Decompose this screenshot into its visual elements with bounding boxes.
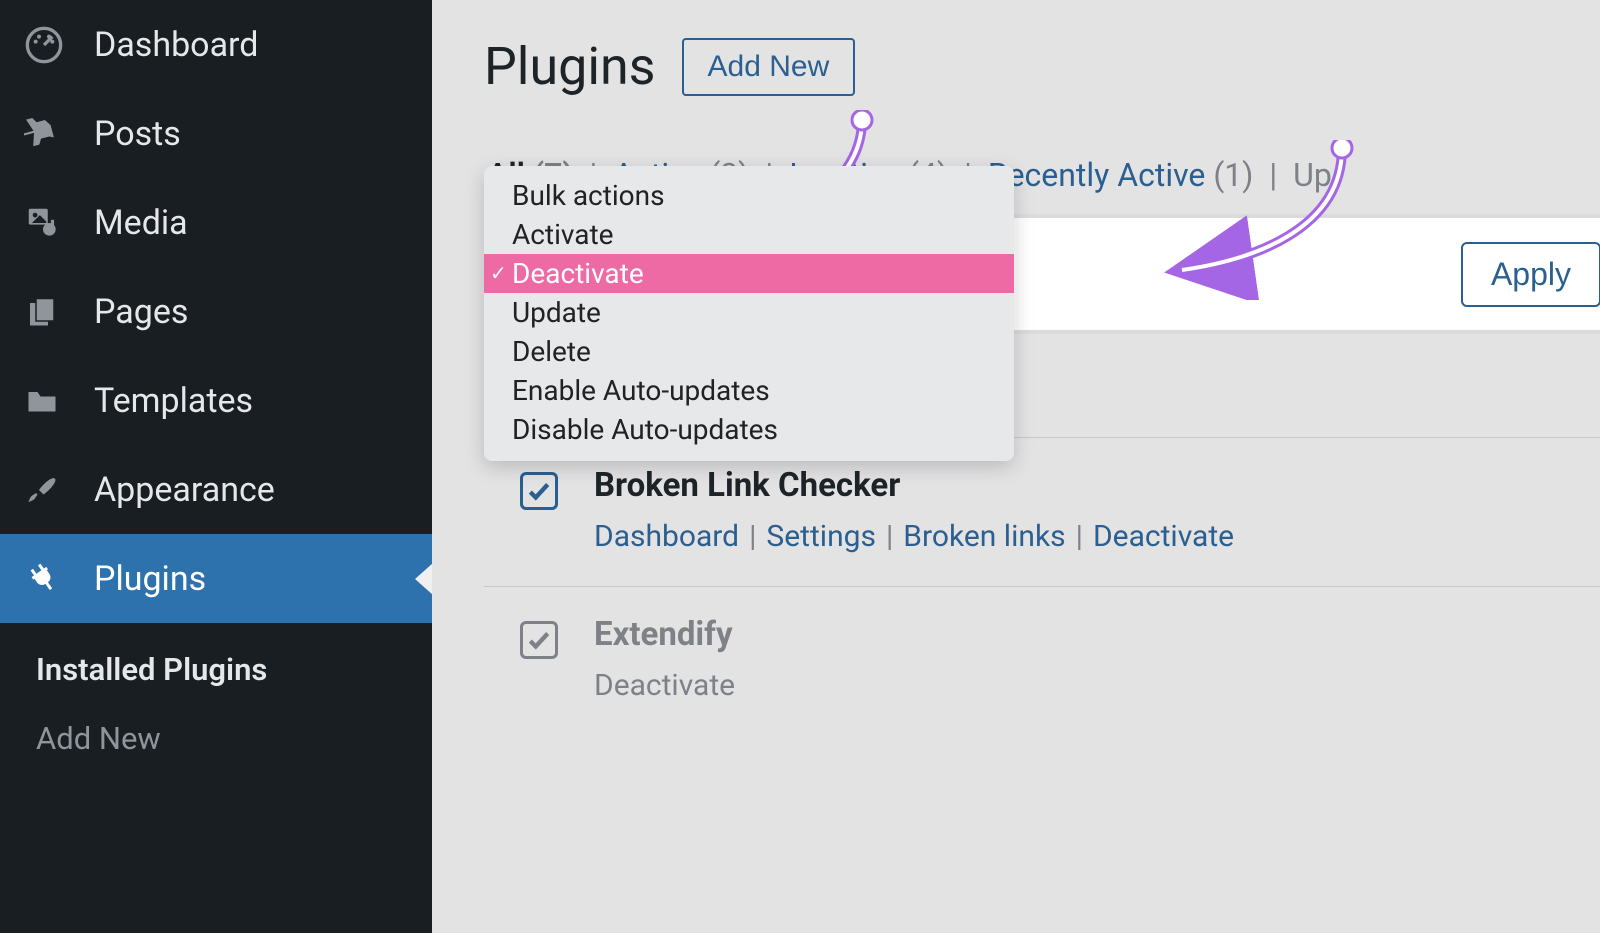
sidebar-item-dashboard[interactable]: Dashboard	[0, 0, 432, 89]
page-title-row: Plugins Add New	[484, 36, 855, 97]
page-title: Plugins	[484, 36, 656, 97]
sidebar-label: Appearance	[94, 470, 275, 510]
plug-icon	[24, 561, 94, 597]
bulk-option-enable-auto[interactable]: Enable Auto-updates	[484, 371, 1014, 410]
plugin-list: Broken Link Checker Dashboard|Settings|B…	[484, 437, 1600, 735]
brush-icon	[24, 472, 94, 508]
plugin-checkbox[interactable]	[520, 621, 558, 659]
bulk-option-activate[interactable]: Activate	[484, 215, 1014, 254]
filter-update-cut: Up	[1293, 156, 1332, 194]
sidebar-item-pages[interactable]: Pages	[0, 267, 432, 356]
dashboard-icon	[24, 25, 94, 65]
plugin-action-link[interactable]: Settings	[766, 519, 876, 554]
filter-recently-active[interactable]: Recently Active (1)	[988, 156, 1254, 194]
plugin-actions: Deactivate	[594, 668, 1600, 703]
plugin-name: Broken Link Checker	[594, 466, 1600, 505]
media-icon	[24, 204, 94, 242]
submenu-installed-plugins[interactable]: Installed Plugins	[36, 641, 432, 710]
admin-sidebar: Dashboard Posts Media Pages Templates Ap…	[0, 0, 432, 933]
bulk-option-disable-auto[interactable]: Disable Auto-updates	[484, 410, 1014, 449]
sidebar-label: Pages	[94, 292, 188, 332]
submenu-add-new[interactable]: Add New	[36, 710, 432, 779]
pages-icon	[24, 294, 94, 330]
plugin-actions: Dashboard|Settings|Broken links|Deactiva…	[594, 519, 1600, 554]
pin-icon	[24, 116, 94, 152]
sidebar-label: Plugins	[94, 559, 206, 599]
bulk-option-bulk-actions[interactable]: Bulk actions	[484, 176, 1014, 215]
plugin-action-link[interactable]: Broken links	[903, 519, 1065, 554]
add-new-button[interactable]: Add New	[682, 38, 856, 96]
sidebar-label: Templates	[94, 381, 253, 421]
plugin-checkbox[interactable]	[520, 472, 558, 510]
sidebar-label: Dashboard	[94, 25, 258, 65]
plugin-row: Extendify Deactivate	[484, 586, 1600, 735]
plugin-action-link[interactable]: Dashboard	[594, 519, 739, 554]
sidebar-item-media[interactable]: Media	[0, 178, 432, 267]
sidebar-item-templates[interactable]: Templates	[0, 356, 432, 445]
sidebar-label: Media	[94, 203, 188, 243]
apply-button[interactable]: Apply	[1461, 242, 1600, 307]
plugin-action-link[interactable]: Deactivate	[1093, 519, 1234, 554]
sidebar-item-appearance[interactable]: Appearance	[0, 445, 432, 534]
bulk-actions-row: Apply	[1002, 218, 1600, 330]
bulk-option-update[interactable]: Update	[484, 293, 1014, 332]
sidebar-item-plugins[interactable]: Plugins	[0, 534, 432, 623]
bulk-option-deactivate[interactable]: Deactivate	[484, 254, 1014, 293]
main-content: Plugins Add New All (7) | ActiveActive (…	[432, 0, 1600, 933]
sidebar-item-posts[interactable]: Posts	[0, 89, 432, 178]
sidebar-label: Posts	[94, 114, 181, 154]
folder-icon	[24, 383, 94, 419]
bulk-option-delete[interactable]: Delete	[484, 332, 1014, 371]
plugin-name: Extendify	[594, 615, 1600, 654]
bulk-actions-dropdown[interactable]: Bulk actions Activate Deactivate Update …	[484, 166, 1014, 461]
sidebar-submenu: Installed Plugins Add New	[0, 623, 432, 779]
plugin-action-link[interactable]: Deactivate	[594, 668, 735, 703]
